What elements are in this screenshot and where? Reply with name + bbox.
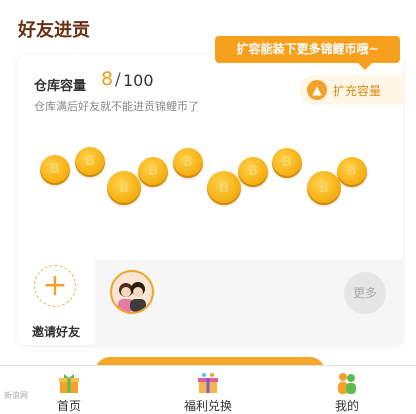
plus-icon: +	[34, 265, 76, 307]
koi-coin-icon[interactable]	[337, 157, 367, 187]
more-friends-button[interactable]: 更多	[344, 272, 386, 314]
koi-coin-icon[interactable]	[107, 171, 141, 205]
koi-coin-icon[interactable]	[307, 171, 341, 205]
expand-tooltip: 扩容能装下更多锦鲤币哦~	[215, 36, 400, 70]
capacity-separator: /	[115, 70, 121, 90]
section-title: 好友进贡	[18, 20, 90, 41]
koi-coin-icon[interactable]	[238, 157, 268, 187]
koi-coin-icon[interactable]	[138, 157, 168, 187]
capacity-hint: 仓库满后好友就不能进贡锦鲤币了	[34, 100, 199, 113]
capacity-total: 100	[123, 71, 154, 90]
home-gift-icon	[59, 374, 79, 393]
gift-box-icon	[198, 373, 218, 393]
koi-coin-icon[interactable]	[40, 155, 70, 185]
arrow-up-icon: ▲	[307, 80, 327, 100]
koi-coin-icon[interactable]	[75, 147, 105, 177]
invite-friend-label: 邀请好友	[31, 325, 80, 339]
capacity-card: 仓库容量 8 / 100 仓库满后好友就不能进贡锦鲤币了 ▲ 扩充容量 + 邀请…	[17, 55, 403, 345]
invite-friend-button[interactable]: + 邀请好友	[17, 255, 95, 345]
capacity-label: 仓库容量	[34, 79, 87, 94]
capacity-used: 8	[101, 68, 114, 90]
people-icon	[338, 373, 356, 394]
friend-avatar[interactable]	[110, 270, 154, 314]
koi-coin-icon[interactable]	[272, 148, 302, 178]
koi-coin-icon[interactable]	[173, 148, 203, 178]
expand-capacity-label: 扩充容量	[333, 84, 382, 98]
tab-mine[interactable]: 我的	[278, 366, 416, 413]
tab-rewards[interactable]: 福利兑换	[139, 366, 277, 413]
bottom-tab-bar: 首页 福利兑换 我的	[0, 365, 416, 413]
koi-coin-icon[interactable]	[207, 171, 241, 205]
expand-capacity-button[interactable]: ▲ 扩充容量	[300, 75, 403, 105]
watermark: 新浪网	[4, 391, 28, 400]
